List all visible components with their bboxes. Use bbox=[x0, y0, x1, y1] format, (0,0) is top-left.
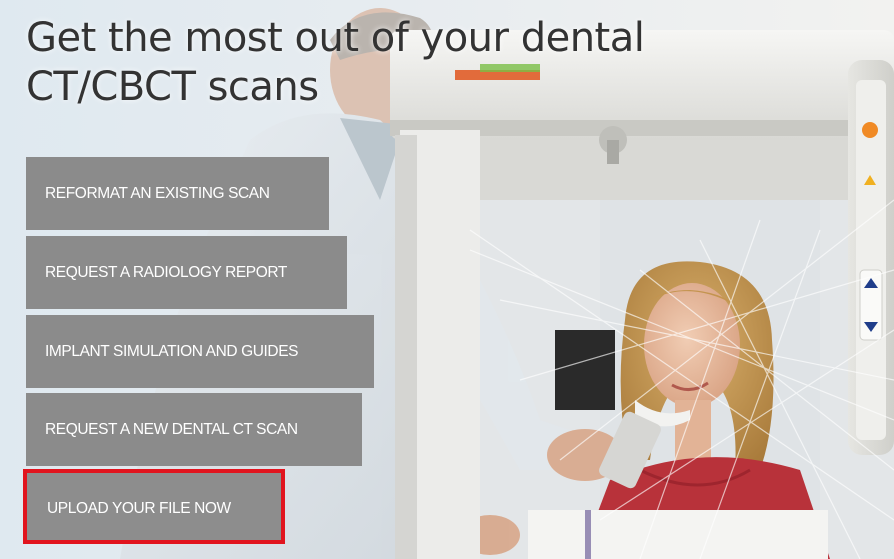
title-line-1: Get the most out of your dental bbox=[26, 15, 645, 61]
page-title: Get the most out of your dental CT/CBCT … bbox=[26, 14, 646, 112]
request-new-ct-scan-button[interactable]: REQUEST A NEW DENTAL CT SCAN bbox=[26, 393, 362, 466]
implant-simulation-button[interactable]: IMPLANT SIMULATION AND GUIDES bbox=[26, 315, 374, 388]
request-radiology-report-button[interactable]: REQUEST A RADIOLOGY REPORT bbox=[26, 236, 347, 309]
hero-banner: Get the most out of your dental CT/CBCT … bbox=[0, 0, 894, 559]
reformat-existing-scan-button[interactable]: REFORMAT AN EXISTING SCAN bbox=[26, 157, 329, 230]
upload-file-button[interactable]: UPLOAD YOUR FILE NOW bbox=[23, 469, 285, 544]
title-line-2: CT/CBCT scans bbox=[26, 64, 319, 110]
